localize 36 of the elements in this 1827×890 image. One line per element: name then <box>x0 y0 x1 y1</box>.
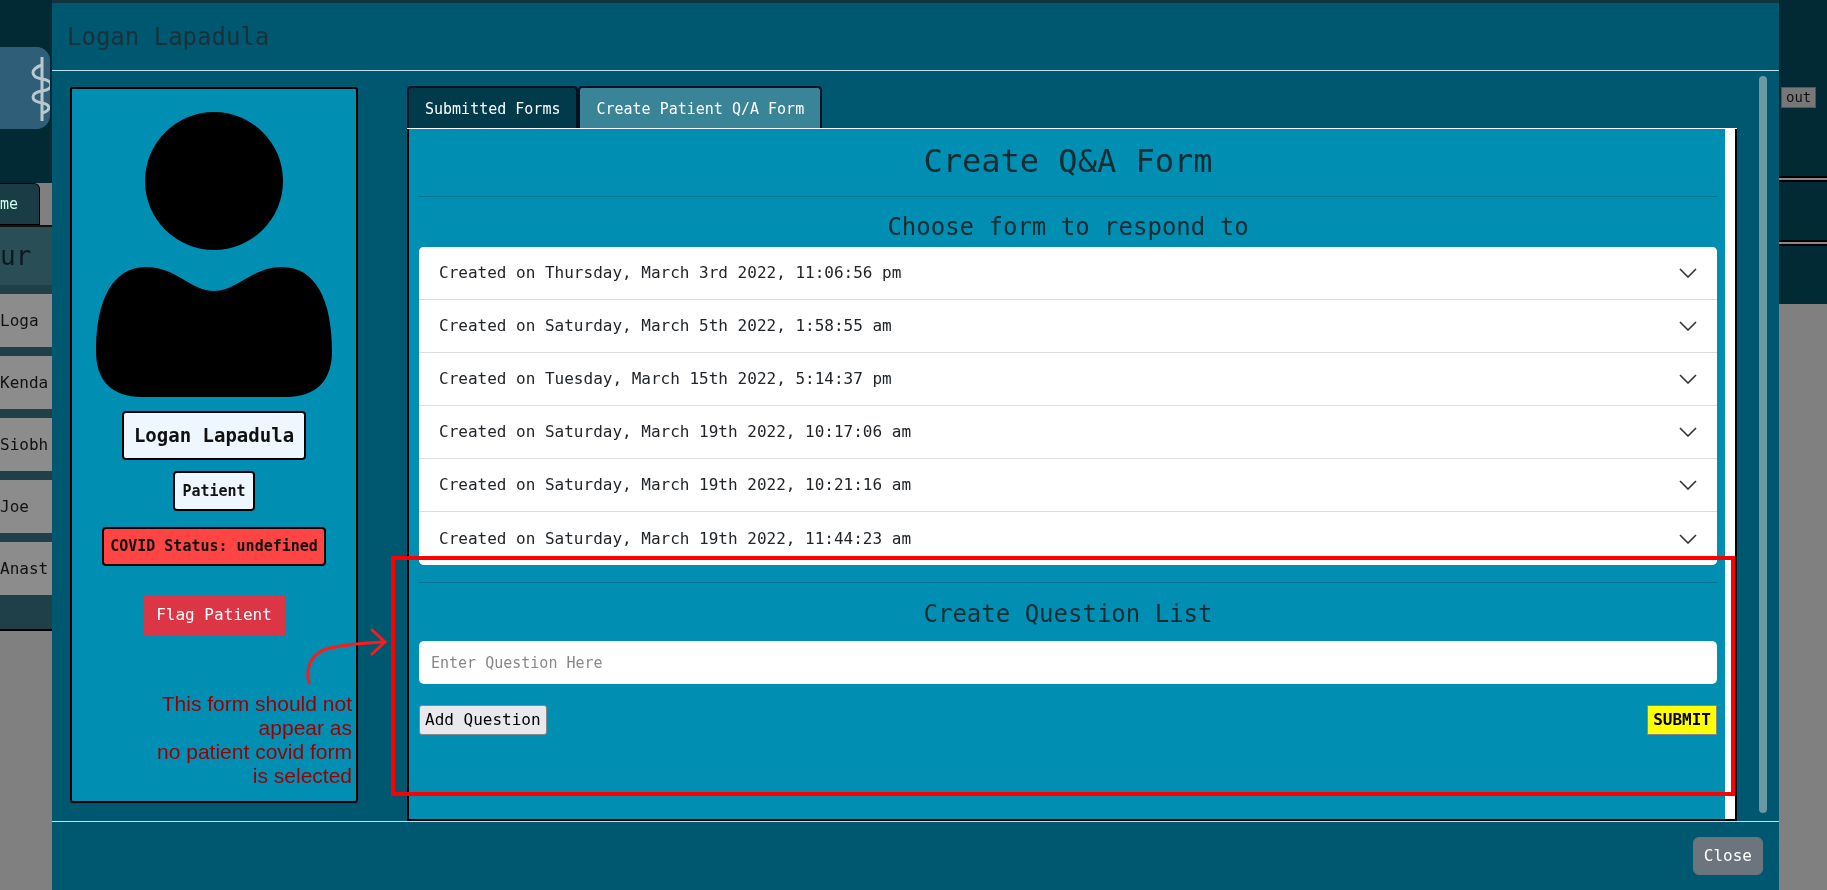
scrollbar[interactable] <box>1759 76 1767 813</box>
patient-name: Logan Lapadula <box>121 411 307 460</box>
list-row[interactable]: Siobh <box>0 409 52 471</box>
section-heading: Create Question List <box>923 600 1213 628</box>
submit-button[interactable]: SUBMIT <box>1647 705 1717 735</box>
header-panel <box>1779 182 1827 240</box>
add-question-button[interactable]: Add Question <box>419 705 547 735</box>
page-heading: ur <box>0 225 52 285</box>
person-silhouette-icon <box>96 111 332 397</box>
covid-status-label: COVID Status: undefined <box>102 527 326 566</box>
close-button[interactable]: Close <box>1692 837 1763 875</box>
flag-patient-button[interactable]: Flag Patient <box>143 594 285 635</box>
question-input-field[interactable]: Enter Question Here <box>419 641 1717 684</box>
list-row[interactable]: Anast <box>0 533 52 595</box>
form-title: Create Q&A Form <box>923 142 1213 180</box>
list-row-text: Joe <box>0 495 29 518</box>
list-row[interactable]: Kenda <box>0 347 52 409</box>
list-row-text: Anast <box>0 557 49 580</box>
annotation-text: This form should not appear as no patient covid form is selected <box>156 692 352 788</box>
tab[interactable]: Submitted Forms <box>407 86 579 128</box>
divider-bar <box>1779 240 1827 246</box>
list-row-text: Siobh <box>0 433 49 456</box>
form-entry[interactable]: Created on Thursday, March 3rd 2022, 11:06:56 pm <box>419 247 1717 300</box>
footer-bar <box>0 595 52 631</box>
list-row-text: Kenda <box>0 371 49 394</box>
list-row-text: Loga <box>0 309 39 332</box>
list-row[interactable]: Loga <box>0 285 52 347</box>
logout-button[interactable]: out <box>1781 87 1817 108</box>
tab[interactable]: me <box>0 183 40 225</box>
form-subtitle: Choose form to respond to <box>887 213 1249 241</box>
snake-staff-icon <box>0 47 50 129</box>
header-panel <box>1779 246 1827 304</box>
tab[interactable]: Create Patient Q/A Form <box>578 86 823 128</box>
role-label: Patient <box>173 470 255 511</box>
list-row[interactable]: Joe <box>0 471 52 533</box>
divider-bar <box>1779 176 1827 182</box>
